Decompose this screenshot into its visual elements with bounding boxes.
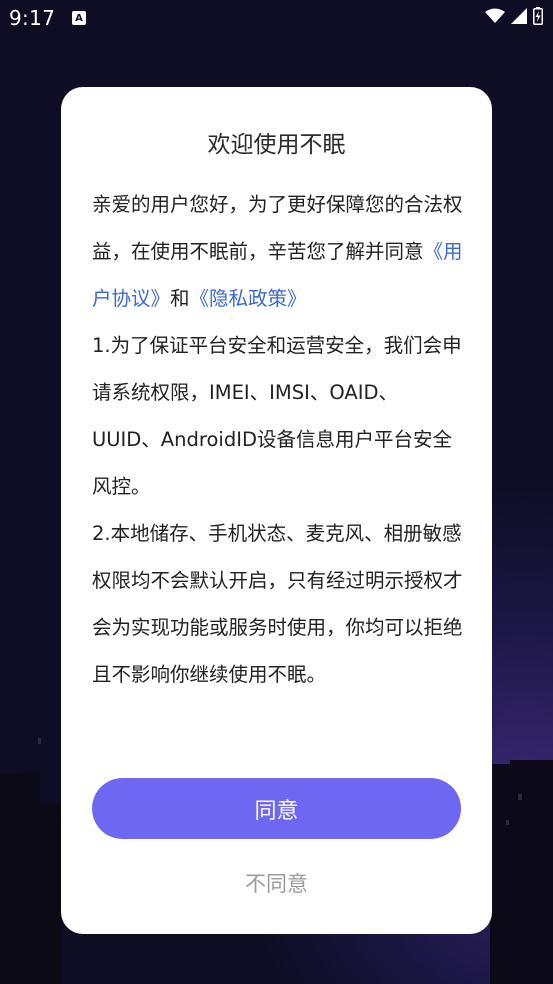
status-time: 9:17 (9, 6, 56, 30)
system-icons (485, 7, 543, 25)
privacy-consent-dialog: 欢迎使用不眠 亲爱的用户您好，为了更好保障您的合法权益，在使用不眠前，辛苦您了解… (61, 87, 492, 934)
dialog-body: 亲爱的用户您好，为了更好保障您的合法权益，在使用不眠前，辛苦您了解并同意《用户协… (92, 181, 464, 698)
intro-paragraph: 亲爱的用户您好，为了更好保障您的合法权益，在使用不眠前，辛苦您了解并同意《用户协… (92, 181, 464, 322)
disagree-button[interactable]: 不同意 (61, 867, 492, 899)
dialog-title: 欢迎使用不眠 (207, 132, 346, 158)
permission-item-2: 2.本地储存、手机状态、麦克风、相册敏感权限均不会默认开启，只有经过明示授权才会… (92, 522, 463, 686)
wifi-icon (485, 8, 505, 23)
privacy-policy-link[interactable]: 《隐私政策》 (190, 287, 307, 310)
battery-charging-icon (533, 7, 543, 25)
cellular-signal-icon (511, 8, 527, 24)
notification-a-icon: A (72, 11, 86, 25)
agree-button[interactable]: 同意 (92, 778, 461, 839)
permission-item-1: 1.为了保证平台安全和运营安全，我们会申请系统权限，IMEI、IMSI、OAID… (92, 334, 462, 498)
status-bar: 9:17 A (0, 0, 553, 36)
conjunction-text: 和 (170, 287, 190, 310)
intro-text: 亲爱的用户您好，为了更好保障您的合法权益，在使用不眠前，辛苦您了解并同意 (92, 193, 463, 263)
